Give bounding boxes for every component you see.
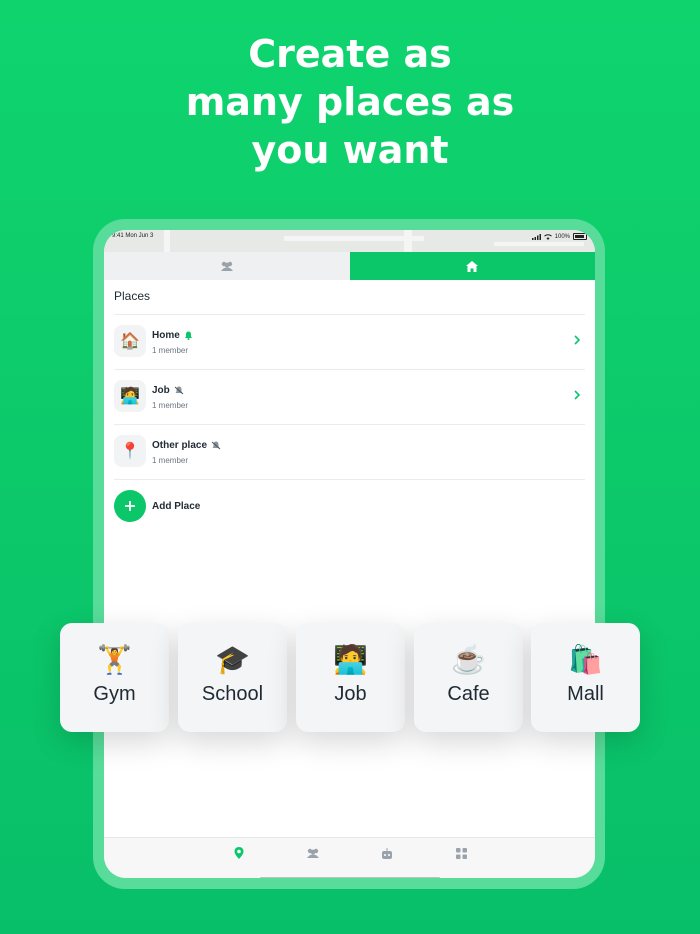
card-gym[interactable]: 🏋️ Gym [60,623,169,732]
member-count: 1 member [152,346,189,355]
place-name: Other place [152,440,208,451]
card-job[interactable]: 🧑‍💻 Job [296,623,405,732]
place-name: Job [152,385,170,396]
technologist-emoji: 🧑‍💻 [333,644,368,675]
status-time: 9:41 Mon Jun 3 [112,233,154,239]
nav-places[interactable] [232,846,246,860]
battery-icon [573,233,587,240]
coffee-emoji: ☕ [451,644,486,675]
bell-muted-icon [211,441,221,450]
headline: Create as many places as you want [0,30,700,174]
add-place-label: Add Place [152,501,201,512]
list-item-job[interactable]: 🧑‍💻 Job 1 member [114,369,585,424]
add-place-button[interactable] [114,490,146,522]
robot-icon [382,847,392,859]
card-label: Job [334,683,367,705]
card-mall[interactable]: 🛍️ Mall [531,623,640,732]
status-indicators: 100% [531,233,587,240]
battery-percent: 100% [554,233,570,240]
bottom-nav [104,837,595,878]
card-label: Mall [567,683,604,705]
card-label: Gym [93,683,136,705]
card-cafe[interactable]: ☕ Cafe [414,623,523,732]
chevron-right-icon[interactable] [573,390,581,400]
bell-icon [184,331,192,340]
headline-line-1: Create as [248,32,452,76]
grid-icon [455,847,467,859]
headline-line-3: you want [251,128,449,172]
member-count: 1 member [152,456,189,465]
people-icon [220,261,233,271]
home-icon [466,260,479,272]
section-title: Places [114,289,151,303]
add-place-row[interactable]: Add Place [114,479,585,534]
nav-people[interactable] [306,846,320,860]
card-label: School [201,683,264,705]
wifi-icon [543,233,552,240]
people-icon [307,848,319,858]
bell-muted-icon [174,386,184,395]
pushpin-emoji: 📍 [114,435,146,467]
shopping-bags-emoji: 🛍️ [568,644,603,675]
place-type-cards: 🏋️ Gym 🎓 School 🧑‍💻 Job ☕ Cafe 🛍️ Mall [60,623,640,732]
card-label: Cafe [447,683,490,705]
member-count: 1 member [152,401,189,410]
graduation-cap-emoji: 🎓 [215,644,250,675]
chevron-right-icon[interactable] [573,335,581,345]
tablet-screen: 9:41 Mon Jun 3 100% Places 🏠 Home 1 memb… [104,230,595,878]
place-name: Home [152,330,180,341]
list-item-home[interactable]: 🏠 Home 1 member [114,314,585,369]
top-tabs [104,252,595,280]
headline-line-2: many places as [185,80,515,124]
list-item-other-place[interactable]: 📍 Other place 1 member [114,424,585,479]
nav-more[interactable] [454,846,468,860]
home-indicator [260,877,440,878]
signal-icon [531,233,541,240]
places-list: 🏠 Home 1 member 🧑‍💻 Job 1 member 📍 Other… [114,314,585,534]
technologist-emoji: 🧑‍💻 [114,380,146,412]
weightlifter-emoji: 🏋️ [97,644,132,675]
tab-home[interactable] [349,252,595,280]
house-emoji: 🏠 [114,325,146,357]
tab-people[interactable] [104,252,350,280]
plus-icon [125,501,135,511]
nav-assistant[interactable] [380,846,394,860]
status-bar: 9:41 Mon Jun 3 100% [104,230,595,242]
card-school[interactable]: 🎓 School [178,623,287,732]
location-pin-icon [234,847,244,859]
